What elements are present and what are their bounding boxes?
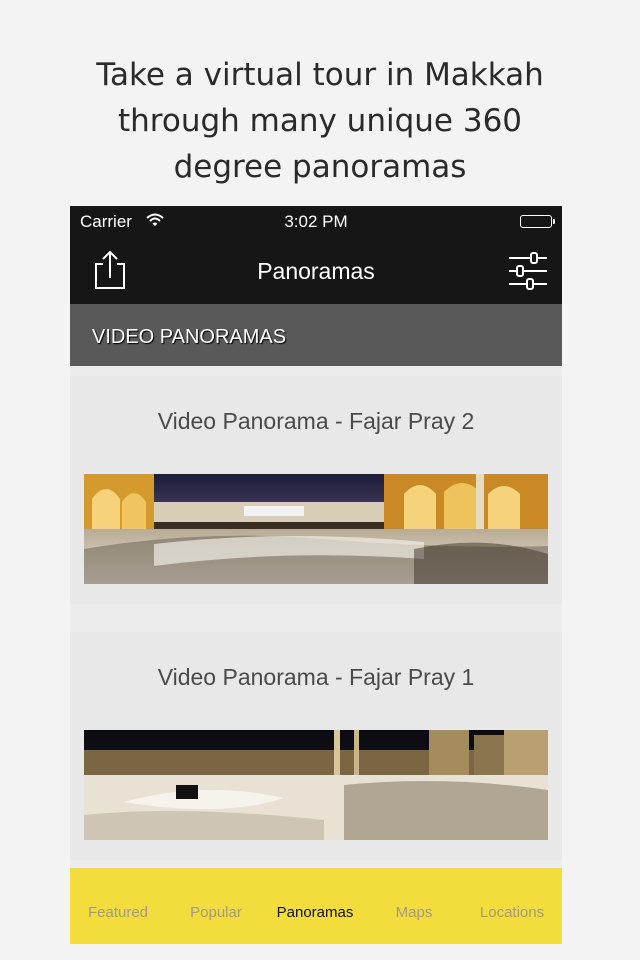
panorama-thumbnail[interactable] (84, 730, 548, 840)
tab-featured[interactable]: Featured (70, 904, 168, 921)
tab-locations[interactable]: Locations (462, 904, 562, 921)
tab-popular[interactable]: Popular (166, 904, 266, 921)
phone-screen: Carrier 3:02 PM Panoramas VIDEO PANORAMA… (70, 206, 562, 944)
panorama-title: Video Panorama - Fajar Pray 1 (157, 664, 475, 690)
panorama-title: Video Panorama - Fajar Pray 2 (157, 408, 475, 434)
tab-bar: Featured Popular Panoramas Maps Location… (70, 868, 562, 944)
section-title: VIDEO PANORAMAS (92, 326, 287, 348)
promo-line-3: degree panoramas (173, 149, 467, 185)
tab-maps[interactable]: Maps (364, 904, 464, 921)
promo-line-2: through many unique 360 (117, 103, 523, 139)
panorama-card[interactable]: Video Panorama - Fajar Pray 1 (70, 632, 562, 860)
promo-line-1: Take a virtual tour in Makkah (96, 57, 544, 93)
tab-panoramas[interactable]: Panoramas (265, 904, 365, 921)
promo-headline: Take a virtual tour in Makkah through ma… (0, 52, 640, 190)
status-time: 3:02 PM (284, 212, 348, 231)
nav-title: Panoramas (257, 258, 375, 284)
battery-icon (520, 215, 555, 228)
sliders-icon (509, 252, 547, 290)
filter-button[interactable] (506, 252, 550, 290)
panorama-card[interactable]: Video Panorama - Fajar Pray 2 (70, 376, 562, 604)
panorama-thumbnail[interactable] (84, 474, 548, 584)
nav-bar: Panoramas (70, 238, 562, 304)
status-bar: Carrier 3:02 PM (70, 206, 562, 238)
section-header: VIDEO PANORAMAS (70, 304, 562, 366)
